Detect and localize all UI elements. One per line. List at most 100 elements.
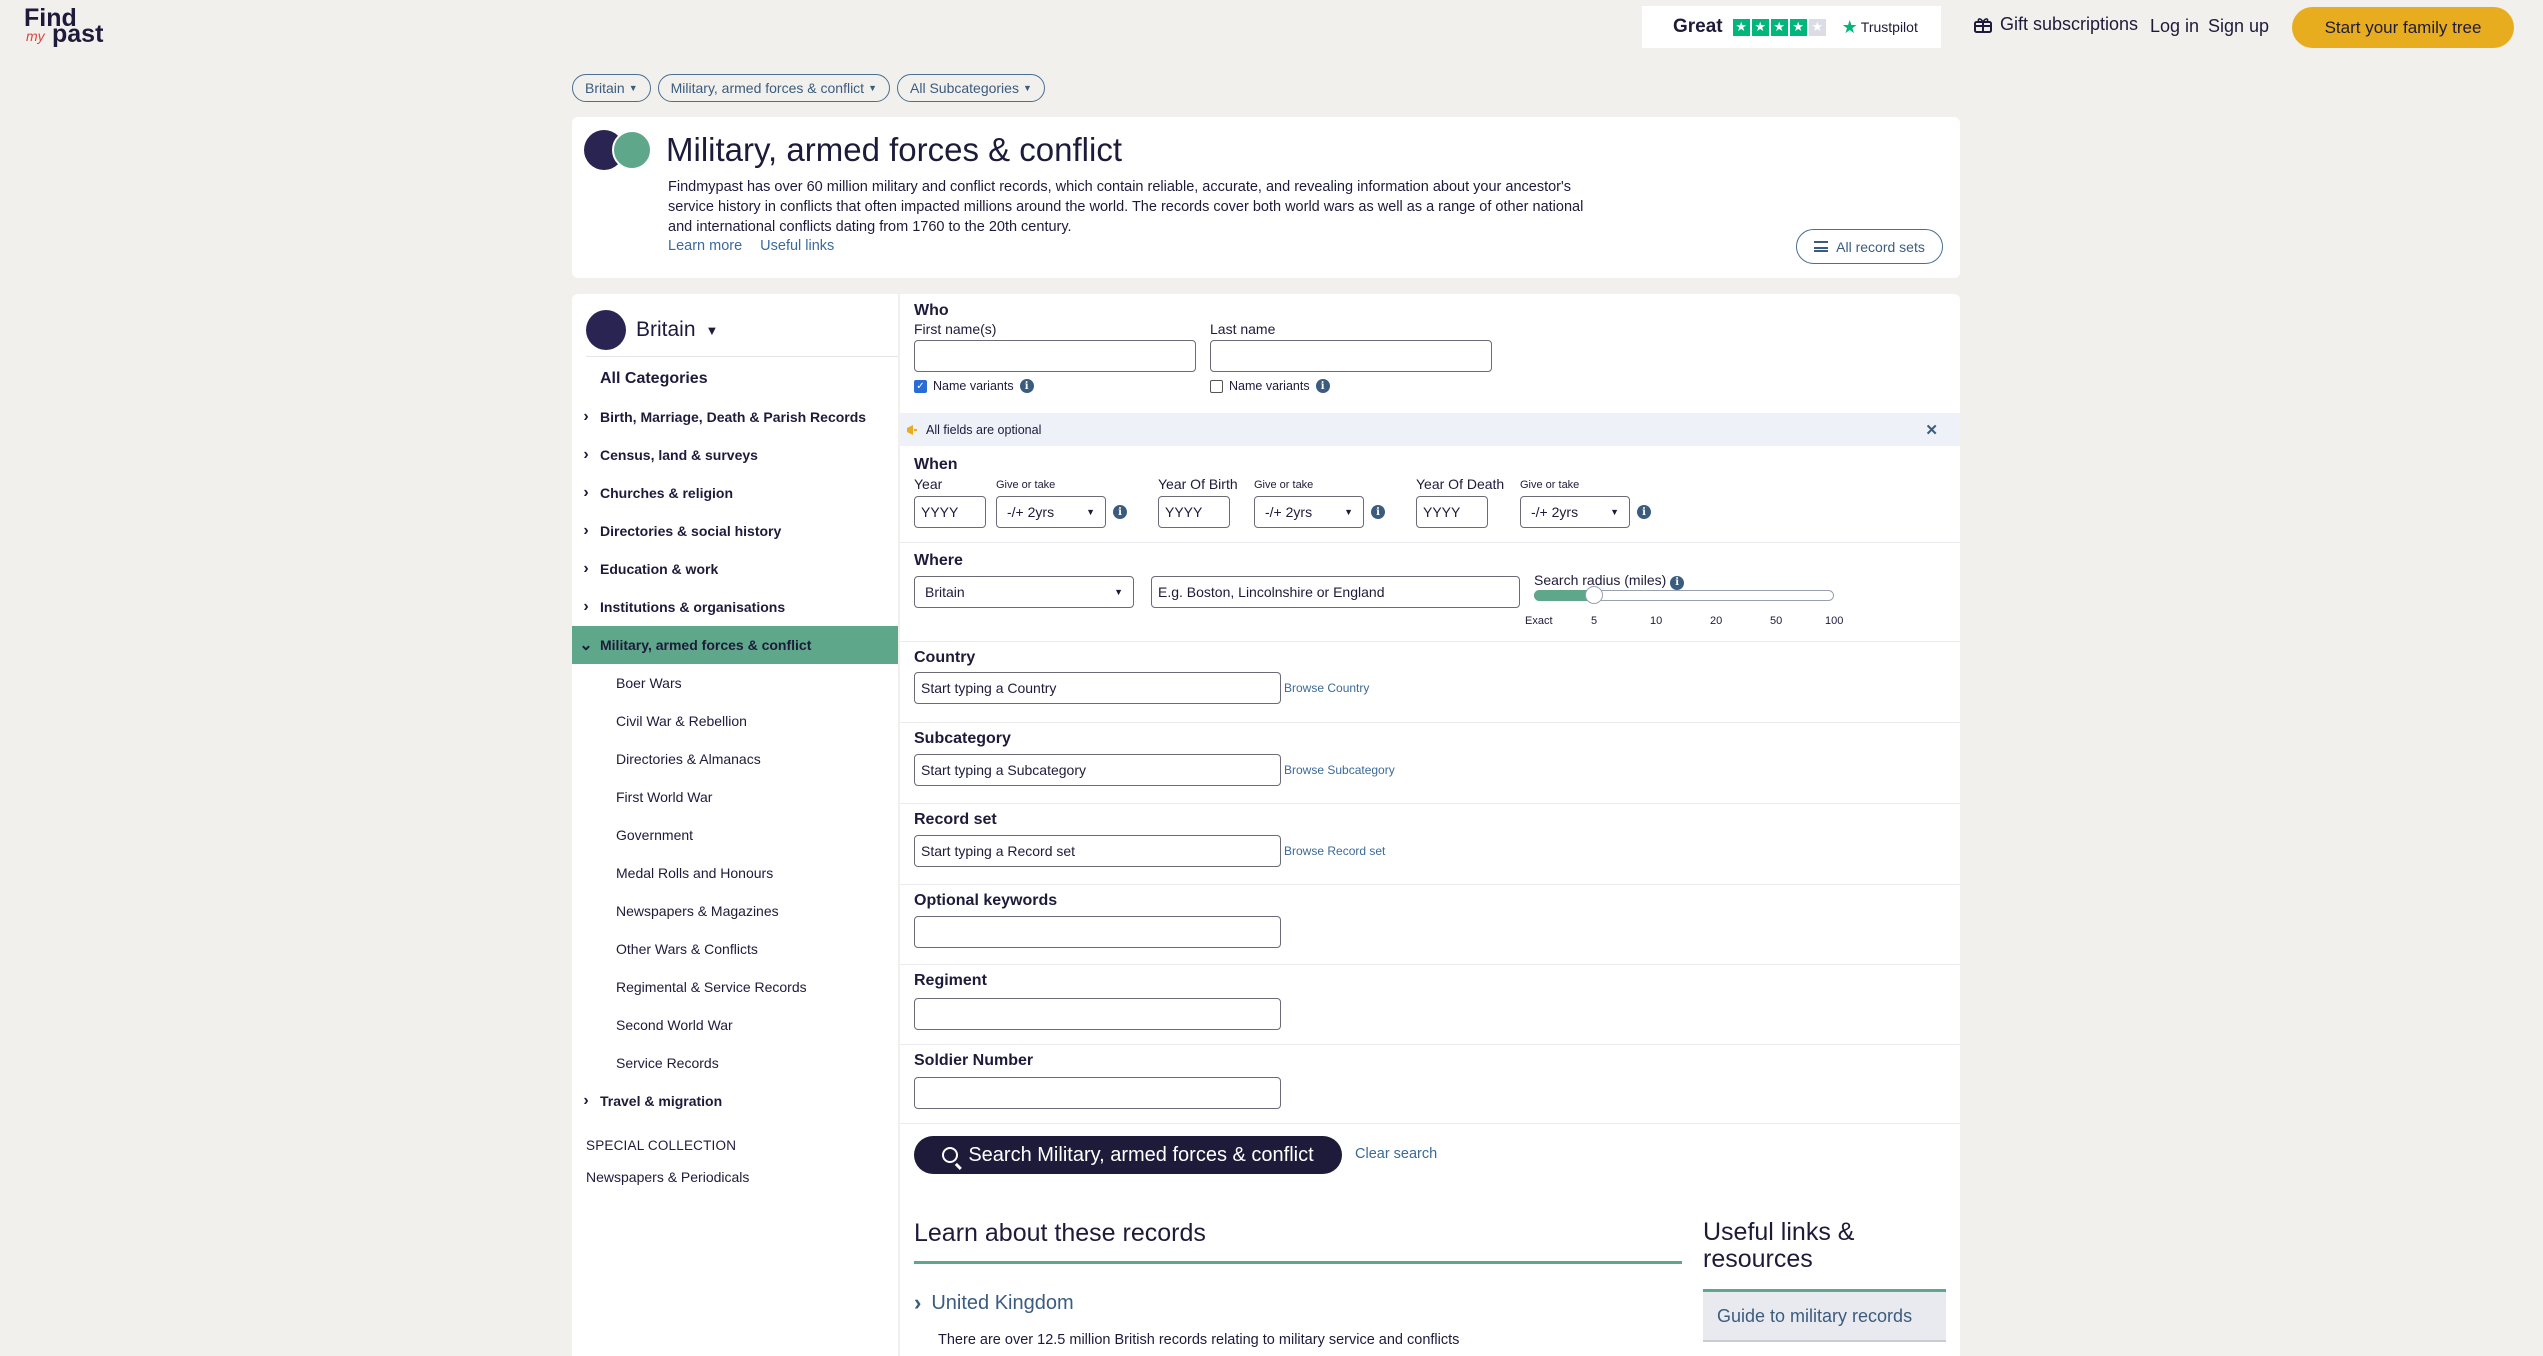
search-radius-label: Search radius (miles) i: [1534, 572, 1685, 590]
give-or-take-label: Give or take: [1254, 479, 1314, 491]
info-icon[interactable]: i: [1637, 505, 1651, 519]
regiment-heading: Regiment: [914, 972, 987, 989]
subcategory-heading: Subcategory: [914, 730, 1011, 747]
sidebar-subitem-second-world-war[interactable]: Second World War: [616, 1006, 733, 1044]
radius-tick: Exact: [1525, 615, 1553, 627]
united-kingdom-expander[interactable]: › United Kingdom: [914, 1290, 1074, 1316]
browse-subcategory-link[interactable]: Browse Subcategory: [1284, 763, 1395, 777]
record-set-input[interactable]: Start typing a Record set: [914, 835, 1281, 867]
sidebar-subitem-newspapers[interactable]: Newspapers & Magazines: [616, 892, 779, 930]
where-place-input[interactable]: E.g. Boston, Lincolnshire or England: [1151, 576, 1520, 608]
sidebar-subitem-directories-almanacs[interactable]: Directories & Almanacs: [616, 740, 761, 778]
sidebar-item-institutions[interactable]: › Institutions & organisations: [572, 588, 898, 626]
keywords-input[interactable]: [914, 916, 1281, 948]
list-icon: [1814, 241, 1829, 252]
special-collection-heading: SPECIAL COLLECTION: [586, 1138, 737, 1153]
sidebar-item-label: Institutions & organisations: [600, 599, 786, 615]
first-name-variants-checkbox[interactable]: ✓ Name variants i: [914, 379, 1034, 393]
regiment-input[interactable]: [914, 998, 1281, 1030]
sidebar-item-all-categories[interactable]: All Categories: [600, 370, 708, 388]
search-button-label: Search Military, armed forces & conflict: [968, 1143, 1314, 1166]
sidebar-subitem-civil-war[interactable]: Civil War & Rebellion: [616, 702, 747, 740]
birth-range-select[interactable]: -/+ 2yrs ▼: [1254, 496, 1364, 528]
year-of-birth-input[interactable]: YYYY: [1158, 496, 1230, 528]
chevron-right-icon: ›: [583, 484, 589, 501]
info-icon[interactable]: i: [1670, 575, 1685, 590]
sidebar-item-census[interactable]: › Census, land & surveys: [572, 436, 898, 474]
radius-tick: 50: [1770, 615, 1783, 627]
year-range-select[interactable]: -/+ 2yrs ▼: [996, 496, 1106, 528]
divider: [900, 722, 1960, 723]
filter-category-pill[interactable]: Military, armed forces & conflict ▼: [657, 74, 890, 102]
first-name-input[interactable]: [914, 340, 1196, 372]
last-name-variants-checkbox[interactable]: Name variants i: [1210, 379, 1330, 393]
sidebar-subitem-service-records[interactable]: Service Records: [616, 1044, 719, 1082]
keywords-heading: Optional keywords: [914, 892, 1058, 909]
gift-subscriptions-link[interactable]: Gift subscriptions: [1974, 14, 2138, 35]
radius-slider-handle[interactable]: [1585, 586, 1603, 604]
trustpilot-widget[interactable]: Great ★ ★ ★ ★ ★ ★ Trustpilot: [1642, 6, 1941, 48]
sidebar-subitem-first-world-war[interactable]: First World War: [616, 778, 712, 816]
useful-links-link[interactable]: Useful links: [760, 238, 834, 254]
special-collection-link[interactable]: Newspapers & Periodicals: [586, 1169, 749, 1185]
sidebar-subitem-boer-wars[interactable]: Boer Wars: [616, 664, 682, 702]
sidebar-subitem-other-wars[interactable]: Other Wars & Conflicts: [616, 930, 758, 968]
year-input[interactable]: YYYY: [914, 496, 986, 528]
where-country-select[interactable]: Britain ▼: [914, 576, 1134, 608]
caret-down-icon: ▼: [1022, 83, 1032, 93]
subcategory-input[interactable]: Start typing a Subcategory: [914, 754, 1281, 786]
divider: [900, 1044, 1960, 1045]
search-button[interactable]: Search Military, armed forces & conflict: [914, 1136, 1342, 1174]
year-of-death-input[interactable]: YYYY: [1416, 496, 1488, 528]
browse-country-link[interactable]: Browse Country: [1284, 681, 1369, 695]
trustpilot-brand: Trustpilot: [1860, 19, 1918, 35]
last-name-input[interactable]: [1210, 340, 1492, 372]
death-range-select[interactable]: -/+ 2yrs ▼: [1520, 496, 1630, 528]
guide-military-records-link[interactable]: Guide to military records: [1703, 1292, 1946, 1340]
where-country-value: Britain: [925, 584, 965, 600]
radius-tick: 10: [1650, 615, 1663, 627]
soldier-number-input[interactable]: [914, 1077, 1281, 1109]
first-name-label: First name(s): [914, 321, 997, 337]
findmypast-logo[interactable]: Find my past: [24, 4, 114, 52]
sidebar-item-birth-marriage-death[interactable]: › Birth, Marriage, Death & Parish Records: [572, 398, 898, 436]
info-icon[interactable]: i: [1113, 505, 1127, 519]
filter-region-pill[interactable]: Britain ▼: [572, 74, 651, 102]
chevron-right-icon: ›: [583, 1092, 589, 1109]
caret-down-icon: ▼: [705, 322, 719, 338]
sidebar-item-education[interactable]: › Education & work: [572, 550, 898, 588]
sidebar-subitem-medal-rolls[interactable]: Medal Rolls and Honours: [616, 854, 773, 892]
divider: [900, 1123, 1960, 1124]
filter-pills: Britain ▼ Military, armed forces & confli…: [572, 74, 1045, 102]
sidebar-item-directories[interactable]: › Directories & social history: [572, 512, 898, 550]
sidebar-subitem-government[interactable]: Government: [616, 816, 693, 854]
name-variants-label: Name variants: [933, 379, 1014, 393]
search-icon: [942, 1147, 959, 1163]
region-selector[interactable]: Britain ▼: [586, 310, 718, 350]
sidebar-item-churches[interactable]: › Churches & religion: [572, 474, 898, 512]
death-range-value: -/+ 2yrs: [1531, 504, 1579, 520]
all-record-sets-button[interactable]: All record sets: [1796, 229, 1943, 264]
info-icon[interactable]: i: [1019, 379, 1034, 393]
record-set-heading: Record set: [914, 811, 997, 828]
divider: [900, 964, 1960, 965]
filter-subcategory-pill[interactable]: All Subcategories ▼: [897, 74, 1045, 102]
info-icon[interactable]: i: [1315, 379, 1330, 393]
year-of-death-label: Year Of Death: [1416, 476, 1505, 492]
sidebar-subitem-regimental[interactable]: Regimental & Service Records: [616, 968, 807, 1006]
search-form: Who First name(s) Last name ✓ Name varia…: [900, 294, 1960, 1356]
info-icon[interactable]: i: [1371, 505, 1385, 519]
close-icon[interactable]: ✕: [1925, 421, 1938, 439]
year-label: Year: [914, 476, 943, 492]
login-link[interactable]: Log in: [2150, 16, 2199, 37]
filter-subcategory-label: All Subcategories: [910, 80, 1019, 96]
sidebar-item-military[interactable]: ⌄ Military, armed forces & conflict: [572, 626, 898, 664]
country-input[interactable]: Start typing a Country: [914, 672, 1281, 704]
clear-search-link[interactable]: Clear search: [1355, 1146, 1437, 1162]
sidebar-item-travel[interactable]: › Travel & migration: [572, 1082, 898, 1120]
signup-link[interactable]: Sign up: [2208, 16, 2269, 37]
learn-more-link[interactable]: Learn more: [668, 238, 742, 254]
sidebar-item-label: Education & work: [600, 561, 719, 577]
start-family-tree-button[interactable]: Start your family tree: [2292, 7, 2514, 48]
browse-record-set-link[interactable]: Browse Record set: [1284, 844, 1385, 858]
